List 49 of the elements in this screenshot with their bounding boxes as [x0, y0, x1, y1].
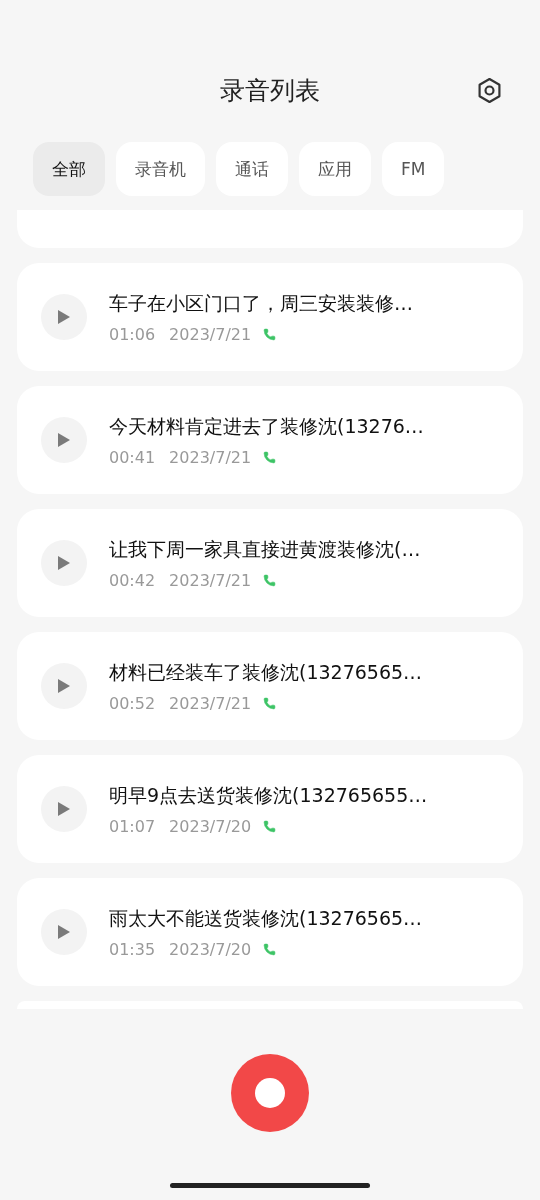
recording-duration: 00:42	[109, 570, 156, 590]
recording-date: 2023/7/21	[169, 324, 252, 344]
recording-date: 2023/7/21	[169, 447, 252, 467]
recording-card[interactable]: 雨太大不能送货装修沈(13276565… 01:35 2023/7/20	[17, 878, 523, 986]
phone-icon	[263, 450, 277, 464]
filter-tab[interactable]: 通话	[216, 142, 288, 196]
recording-date: 2023/7/20	[169, 816, 252, 836]
play-icon	[57, 924, 71, 940]
filter-tab[interactable]: 应用	[299, 142, 371, 196]
recording-date: 2023/7/21	[169, 570, 252, 590]
play-button[interactable]	[41, 417, 87, 463]
filter-tab[interactable]: 录音机	[116, 142, 205, 196]
recording-card[interactable]: 今天材料肯定进去了装修沈(13276… 00:41 2023/7/21	[17, 386, 523, 494]
play-button[interactable]	[41, 663, 87, 709]
phone-icon	[263, 696, 277, 710]
recording-date: 2023/7/20	[169, 939, 252, 959]
recording-card[interactable]: 明早9点去送货装修沈(132765655… 01:07 2023/7/20	[17, 755, 523, 863]
recording-title: 车子在小区门口了，周三安装装修…	[109, 290, 413, 316]
record-icon	[255, 1078, 285, 1108]
recording-title: 明早9点去送货装修沈(132765655…	[109, 782, 428, 808]
page-title: 录音列表	[220, 74, 320, 107]
recording-title: 让我下周一家具直接进黄渡装修沈(…	[109, 536, 421, 562]
play-button[interactable]	[41, 786, 87, 832]
play-icon	[57, 801, 71, 817]
play-button[interactable]	[41, 540, 87, 586]
phone-icon	[263, 573, 277, 587]
recording-title: 今天材料肯定进去了装修沈(13276…	[109, 413, 424, 439]
phone-icon	[263, 327, 277, 341]
recording-duration: 00:41	[109, 447, 156, 467]
filter-tab[interactable]: 全部	[33, 142, 105, 196]
phone-icon	[263, 942, 277, 956]
recording-card[interactable]: 材料已经装车了装修沈(13276565… 00:52 2023/7/21	[17, 632, 523, 740]
recording-date: 2023/7/21	[169, 693, 252, 713]
play-icon	[57, 555, 71, 571]
recording-title: 雨太大不能送货装修沈(13276565…	[109, 905, 423, 931]
play-icon	[57, 432, 71, 448]
recording-duration: 01:06	[109, 324, 156, 344]
filter-tab[interactable]: FM	[382, 142, 445, 196]
play-icon	[57, 309, 71, 325]
recording-card[interactable]: 让我下周一家具直接进黄渡装修沈(… 00:42 2023/7/21	[17, 509, 523, 617]
recording-title: 材料已经装车了装修沈(13276565…	[109, 659, 423, 685]
play-button[interactable]	[41, 909, 87, 955]
play-button[interactable]	[41, 294, 87, 340]
recording-duration: 01:07	[109, 816, 156, 836]
play-icon	[57, 678, 71, 694]
recording-duration: 01:35	[109, 939, 156, 959]
recording-card[interactable]: 车子在小区门口了，周三安装装修… 01:06 2023/7/21	[17, 263, 523, 371]
phone-icon	[263, 819, 277, 833]
recording-duration: 00:52	[109, 693, 156, 713]
